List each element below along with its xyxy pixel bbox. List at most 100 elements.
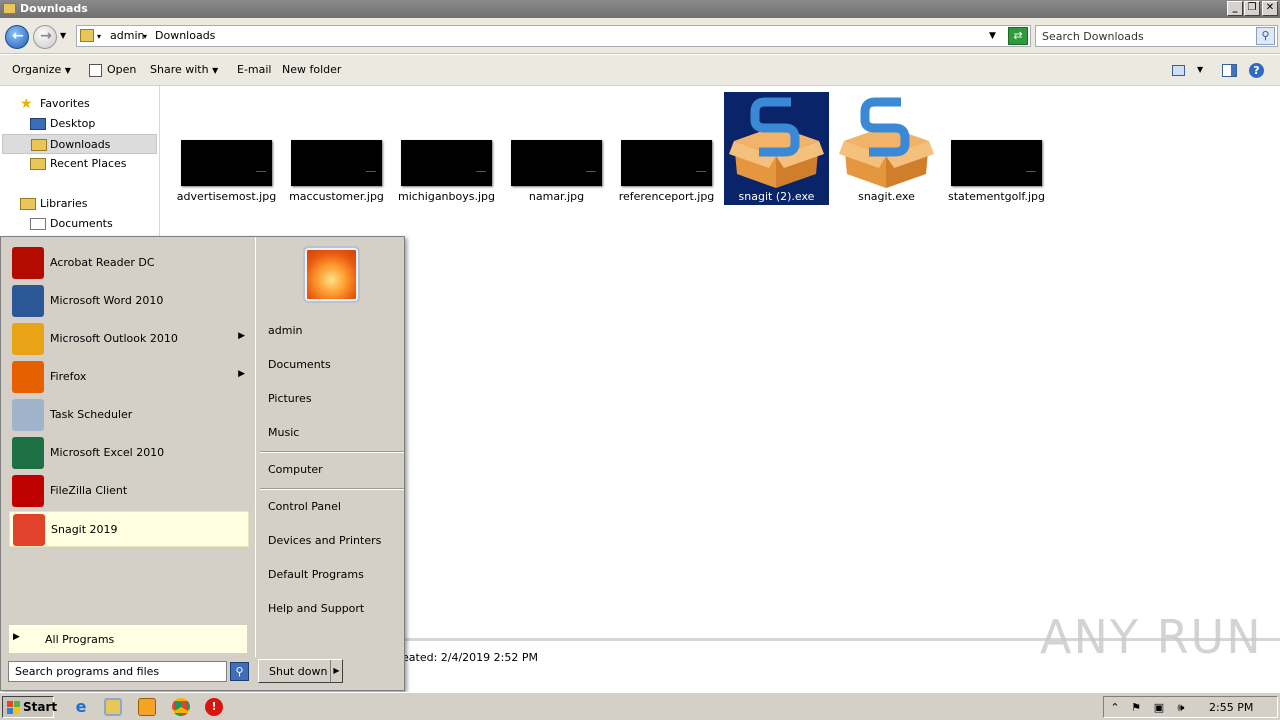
open-icon (89, 64, 102, 77)
help-icon[interactable]: ? (1249, 63, 1264, 78)
program-label: Acrobat Reader DC (50, 256, 155, 269)
volume-icon[interactable]: 🕪 (1174, 701, 1188, 714)
address-row: ← → ▼ ▾ admin ▾ Downloads ▼ ⇄ Search Dow… (0, 18, 1280, 54)
start-program-item[interactable]: Microsoft Excel 2010 (9, 435, 249, 471)
created-date: eated: 2/4/2019 2:52 PM (402, 651, 538, 664)
program-label: FileZilla Client (50, 484, 128, 497)
nav-libraries[interactable]: Libraries (20, 194, 150, 214)
media-player-icon[interactable] (138, 698, 156, 716)
start-item-devices-printers[interactable]: Devices and Printers (268, 534, 381, 547)
show-hidden-icons[interactable]: ⌃ (1108, 701, 1122, 714)
image-thumbnail (291, 140, 382, 186)
recent-pages-dropdown[interactable]: ▼ (60, 31, 66, 40)
nav-desktop[interactable]: Desktop (30, 114, 150, 134)
start-program-item[interactable]: Task Scheduler (9, 397, 249, 433)
search-icon[interactable]: ⚲ (230, 662, 249, 681)
start-program-item[interactable]: Firefox ▶ (9, 359, 249, 395)
file-item[interactable]: referenceport.jpg (614, 92, 719, 205)
start-program-item[interactable]: Acrobat Reader DC (9, 245, 249, 281)
folder-icon (3, 3, 16, 14)
network-icon[interactable]: ▣ (1152, 701, 1166, 714)
file-item[interactable]: snagit (2).exe (724, 92, 829, 205)
search-icon[interactable]: ⚲ (1256, 27, 1275, 45)
file-item[interactable]: namar.jpg (504, 92, 609, 205)
start-program-item[interactable]: Microsoft Outlook 2010 ▶ (9, 321, 249, 357)
start-menu-places: admin Documents Pictures Music Computer … (255, 237, 405, 657)
refresh-button[interactable]: ⇄ (1008, 27, 1028, 45)
file-item[interactable]: snagit.exe (834, 92, 939, 205)
submenu-arrow-icon[interactable]: ▶ (238, 369, 245, 379)
chevron-down-icon[interactable]: ▾ (143, 32, 147, 41)
start-item-pictures[interactable]: Pictures (268, 392, 312, 405)
nav-downloads[interactable]: Downloads (2, 134, 157, 154)
start-item-control-panel[interactable]: Control Panel (268, 500, 341, 513)
title-bar: Downloads _ ❐ ✕ (0, 0, 1280, 18)
new-folder-button[interactable]: New folder (282, 63, 341, 76)
file-item[interactable]: maccustomer.jpg (284, 92, 389, 205)
search-input[interactable]: Search Downloads ⚲ (1035, 25, 1278, 47)
navigation-pane: ★ Favorites Desktop Downloads Recent Pla… (0, 86, 160, 238)
explorer-taskbar-icon[interactable] (104, 698, 122, 716)
minimize-button[interactable]: _ (1227, 1, 1243, 16)
firefox-icon (12, 361, 44, 393)
user-avatar[interactable] (303, 246, 360, 303)
file-item[interactable]: michiganboys.jpg (394, 92, 499, 205)
start-program-item[interactable]: Microsoft Word 2010 (9, 283, 249, 319)
watermark-logo: ANY RUN (1040, 610, 1263, 664)
nav-recent-places[interactable]: Recent Places (30, 154, 150, 174)
open-button[interactable]: Open (107, 63, 136, 76)
email-button[interactable]: E-mail (237, 63, 272, 76)
outlook-icon (12, 323, 44, 355)
clock[interactable]: 2:55 PM (1209, 701, 1253, 714)
view-dropdown[interactable]: ▼ (1197, 65, 1203, 74)
start-item-computer[interactable]: Computer (268, 463, 323, 476)
close-button[interactable]: ✕ (1262, 1, 1278, 16)
file-name: michiganboys.jpg (397, 190, 495, 203)
breadcrumb-admin[interactable]: admin (110, 29, 144, 42)
internet-explorer-icon[interactable]: e (72, 698, 90, 716)
filezilla-icon (12, 475, 44, 507)
file-name: namar.jpg (528, 190, 585, 203)
start-item-documents[interactable]: Documents (268, 358, 331, 371)
start-item-help-support[interactable]: Help and Support (268, 602, 364, 615)
arrow-left-icon: ← (12, 28, 24, 44)
flag-icon[interactable]: ⚑ (1129, 701, 1143, 714)
image-thumbnail (181, 140, 272, 186)
address-bar[interactable]: ▾ admin ▾ Downloads ▼ (76, 25, 1031, 47)
start-item-default-programs[interactable]: Default Programs (268, 568, 364, 581)
all-programs-button[interactable]: ▶ All Programs (9, 625, 247, 653)
separator (260, 451, 404, 453)
view-icon[interactable] (1172, 65, 1185, 76)
share-with-button[interactable]: Share with ▼ (150, 63, 218, 76)
start-program-item[interactable]: FileZilla Client (9, 473, 249, 509)
file-item[interactable]: advertisemost.jpg (174, 92, 279, 205)
restore-button[interactable]: ❐ (1244, 1, 1260, 16)
nav-favorites[interactable]: ★ Favorites (20, 94, 150, 114)
chrome-icon[interactable] (172, 698, 190, 716)
desktop-icon (30, 118, 46, 130)
installer-box-icon (839, 96, 934, 188)
start-search-input[interactable]: Search programs and files (8, 661, 227, 682)
start-program-item[interactable]: Snagit 2019 (9, 511, 249, 547)
file-item[interactable]: statementgolf.jpg (944, 92, 1049, 205)
start-button[interactable]: Start (2, 696, 57, 718)
libraries-icon (20, 198, 36, 210)
submenu-arrow-icon[interactable]: ▶ (238, 331, 245, 341)
image-thumbnail (401, 140, 492, 186)
shutdown-button[interactable]: Shut down ▶ (258, 659, 343, 683)
preview-pane-icon[interactable] (1222, 64, 1237, 77)
nav-documents[interactable]: Documents (30, 214, 150, 234)
breadcrumb-downloads[interactable]: Downloads (155, 29, 215, 42)
start-item-music[interactable]: Music (268, 426, 299, 439)
chevron-down-icon[interactable]: ▾ (97, 32, 101, 41)
start-item-admin[interactable]: admin (268, 324, 302, 337)
organize-button[interactable]: Organize ▼ (12, 63, 71, 76)
back-button[interactable]: ← (5, 25, 29, 49)
address-history-dropdown[interactable]: ▼ (989, 31, 996, 41)
file-name: maccustomer.jpg (289, 190, 384, 203)
star-icon: ★ (20, 96, 33, 112)
forward-button[interactable]: → (33, 25, 57, 49)
shutdown-options-arrow[interactable]: ▶ (330, 660, 342, 682)
program-label: Microsoft Outlook 2010 (50, 332, 178, 345)
antivirus-icon[interactable]: ! (205, 698, 223, 716)
